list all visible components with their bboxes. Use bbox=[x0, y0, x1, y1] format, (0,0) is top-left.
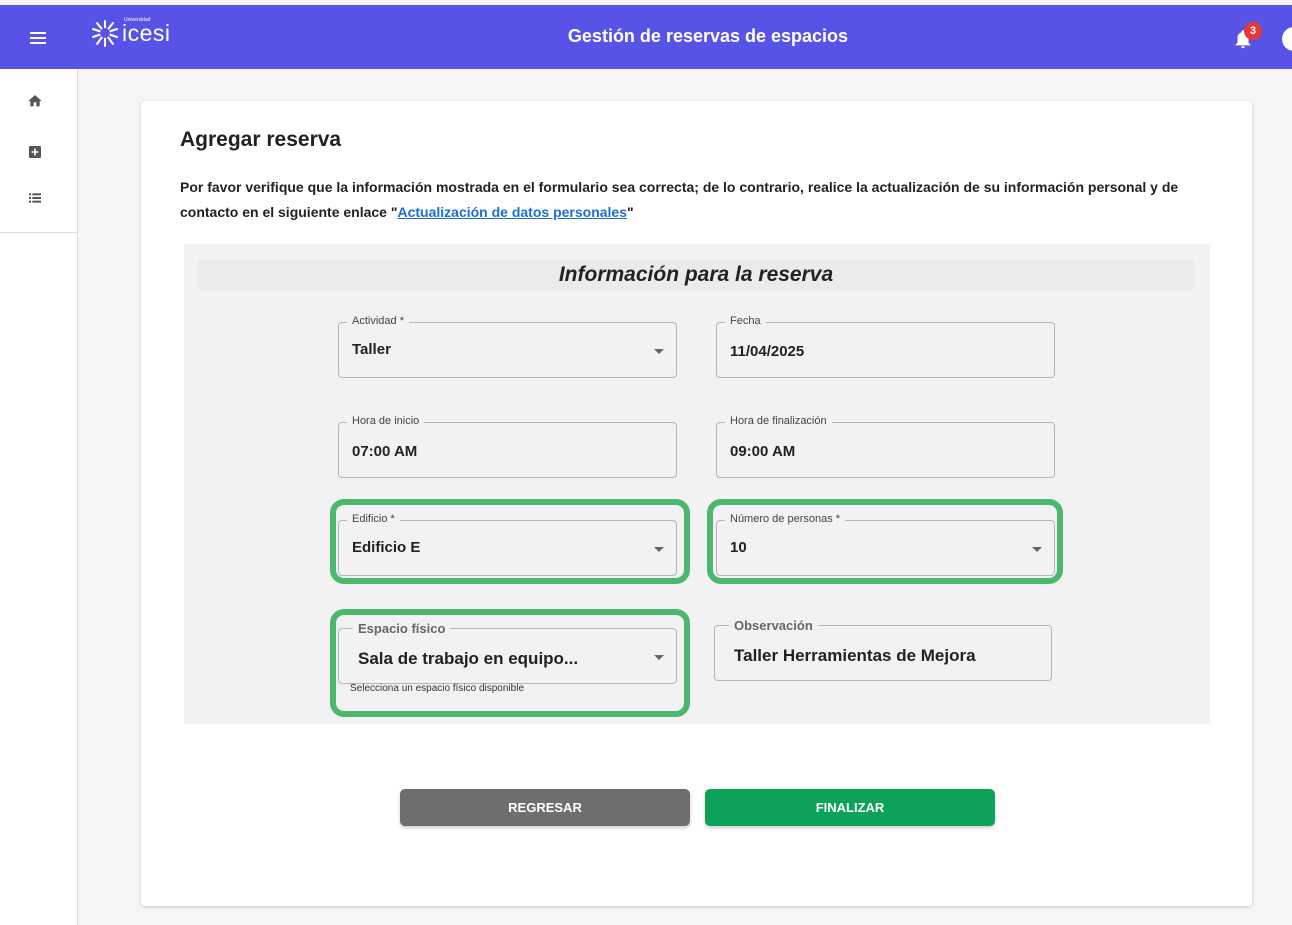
app-title: Gestión de reservas de espacios bbox=[567, 26, 849, 46]
hora-fin-value: 09:00 AM bbox=[730, 443, 796, 460]
chevron-down-icon bbox=[654, 349, 664, 354]
edificio-select[interactable]: Edificio * Edificio E bbox=[338, 513, 677, 576]
espacio-label: Espacio físico bbox=[353, 621, 451, 636]
list-icon[interactable] bbox=[27, 190, 43, 206]
section-title: Información para la reserva bbox=[198, 260, 1194, 290]
intro-text: Por favor verifique que la información m… bbox=[180, 175, 1220, 225]
chevron-down-icon bbox=[1032, 547, 1042, 552]
hora-inicio-label: Hora de inicio bbox=[347, 415, 425, 427]
fecha-field[interactable]: Fecha 11/04/2025 bbox=[716, 315, 1055, 378]
reservation-card: Agregar reserva Por favor verifique que … bbox=[141, 101, 1252, 906]
reservation-form-panel: Información para la reserva Actividad * … bbox=[184, 244, 1210, 724]
update-data-link[interactable]: Actualización de datos personales bbox=[397, 204, 627, 220]
fecha-value: 11/04/2025 bbox=[730, 343, 805, 360]
personas-value: 10 bbox=[730, 539, 747, 556]
intro-text-body: Por favor verifique que la información m… bbox=[180, 179, 1179, 220]
actividad-select[interactable]: Actividad * Taller bbox=[338, 315, 677, 378]
observacion-value: Taller Herramientas de Mejora bbox=[734, 646, 976, 665]
edificio-label: Edificio * bbox=[347, 513, 400, 525]
edificio-value: Edificio E bbox=[352, 539, 421, 556]
personas-select[interactable]: Número de personas * 10 bbox=[716, 513, 1055, 576]
home-icon[interactable] bbox=[27, 93, 43, 109]
chevron-down-icon bbox=[654, 655, 664, 660]
top-bar: Universidad icesi Gestión de reservas de… bbox=[0, 5, 1292, 69]
logo-university-label: Universidad bbox=[124, 17, 151, 23]
chevron-down-icon bbox=[654, 547, 664, 552]
espacio-select[interactable]: Espacio físico Sala de trabajo en equipo… bbox=[338, 621, 677, 684]
personas-label: Número de personas * bbox=[725, 513, 846, 525]
espacio-hint: Selecciona un espacio físico disponible bbox=[350, 683, 524, 694]
hora-inicio-field[interactable]: Hora de inicio 07:00 AM bbox=[338, 415, 677, 478]
side-nav-icons bbox=[0, 69, 78, 233]
notification-badge: 3 bbox=[1244, 22, 1262, 40]
side-nav bbox=[0, 69, 78, 925]
fecha-label: Fecha bbox=[725, 315, 766, 327]
add-box-icon[interactable] bbox=[27, 144, 43, 160]
intro-text-end: " bbox=[627, 204, 634, 220]
observacion-field[interactable]: Observación Taller Herramientas de Mejor… bbox=[714, 618, 1052, 681]
actividad-value: Taller bbox=[352, 341, 391, 358]
espacio-value: Sala de trabajo en equipo... bbox=[358, 649, 579, 668]
observacion-label: Observación bbox=[729, 618, 818, 633]
hora-fin-field[interactable]: Hora de finalización 09:00 AM bbox=[716, 415, 1055, 478]
hora-inicio-value: 07:00 AM bbox=[352, 443, 418, 460]
actividad-label: Actividad * bbox=[347, 315, 409, 327]
hora-fin-label: Hora de finalización bbox=[725, 415, 832, 427]
back-button[interactable]: REGRESAR bbox=[400, 789, 690, 826]
finish-button[interactable]: FINALIZAR bbox=[705, 789, 995, 826]
page-title: Agregar reserva bbox=[180, 128, 342, 151]
